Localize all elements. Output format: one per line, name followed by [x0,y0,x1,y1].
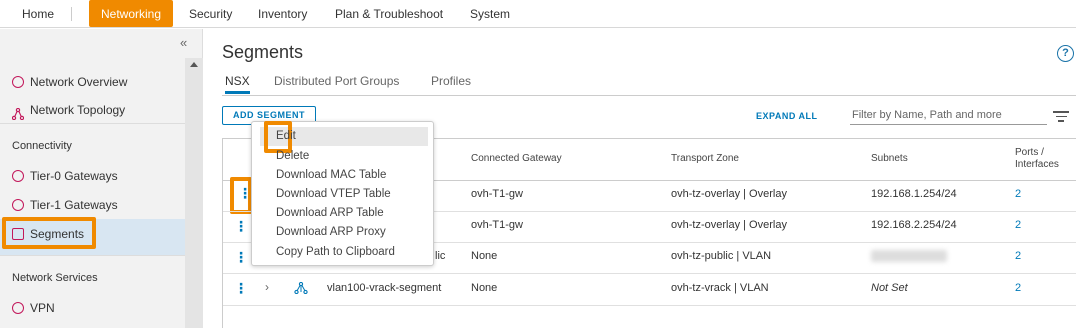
expand-all-button[interactable]: EXPAND ALL [756,111,818,121]
nav-home[interactable]: Home [22,0,54,28]
row-divider [223,305,1076,306]
cell-segment-name[interactable]: vlan100-vrack-segment [327,282,441,294]
cell-gateway: ovh-T1-gw [471,219,523,231]
cell-transport-zone: ovh-tz-vrack | VLAN [671,282,769,294]
cell-ports-link[interactable]: 2 [1015,188,1021,200]
row-actions-icon[interactable]: ⋮ [234,250,248,264]
cell-transport-zone: ovh-tz-overlay | Overlay [671,219,787,231]
nav-system[interactable]: System [470,0,510,28]
cell-subnet-redacted [871,250,947,262]
tab-nsx[interactable]: NSX [225,74,250,94]
sidebar-heading-network-services: Network Services [12,272,98,284]
globe-icon [12,199,24,211]
sidebar-heading-connectivity: Connectivity [12,140,72,152]
sidebar-item-label: Network Overview [30,75,128,89]
cell-gateway: ovh-T1-gw [471,188,523,200]
column-header-subnets[interactable]: Subnets [871,153,908,165]
nav-networking[interactable]: Networking [89,0,173,27]
nav-security[interactable]: Security [189,0,232,28]
sidebar-item-label: Tier-0 Gateways [30,169,118,183]
nav-inventory[interactable]: Inventory [258,0,307,28]
sidebar-item-label: Tier-1 Gateways [30,198,118,212]
tab-distributed-port-groups[interactable]: Distributed Port Groups [274,74,399,94]
cell-subnet: 192.168.2.254/24 [871,219,957,231]
nav-plan-troubleshoot[interactable]: Plan & Troubleshoot [335,0,443,28]
menu-item-download-vtep-table[interactable]: Download VTEP Table [276,188,391,200]
menu-item-copy-path[interactable]: Copy Path to Clipboard [276,246,395,258]
cell-transport-zone: ovh-tz-public | VLAN [671,250,772,262]
expand-row-icon[interactable]: › [265,280,269,294]
page-title: Segments [222,42,304,62]
sidebar-divider [0,255,185,256]
sidebar-divider [0,123,185,124]
sidebar-item-tier1-gateways[interactable]: Tier-1 Gateways [0,193,185,217]
tabs-divider [222,95,1076,96]
gauge-icon [12,76,24,88]
row-actions-icon[interactable]: ⋮ [234,281,248,295]
menu-item-edit[interactable]: Edit [276,130,296,142]
sidebar-item-tier0-gateways[interactable]: Tier-0 Gateways [0,164,185,188]
sidebar: « Network Overview Network Topology Conn… [0,29,203,328]
segment-icon [12,228,24,240]
segment-icon [294,282,308,294]
cell-gateway: None [471,250,498,262]
sidebar-scrollbar[interactable] [185,58,203,328]
sidebar-item-network-overview[interactable]: Network Overview [0,70,185,94]
row-actions-icon[interactable]: ⋮ [238,186,252,200]
cell-subnet: Not Set [871,282,908,294]
sidebar-item-label: Network Topology [30,103,126,117]
nav-divider [71,7,72,21]
cell-segment-name[interactable]: lic [435,250,445,262]
sidebar-item-vpn[interactable]: VPN [0,296,185,320]
row-actions-icon[interactable]: ⋮ [234,219,248,233]
help-icon[interactable]: ? [1057,45,1074,62]
tab-profiles[interactable]: Profiles [431,74,471,94]
collapse-sidebar-icon[interactable]: « [180,35,187,50]
cell-ports-link[interactable]: 2 [1015,250,1021,262]
row-actions-menu: Edit Delete Download MAC Table Download … [251,121,434,266]
sidebar-item-segments[interactable]: Segments [0,217,185,255]
row-divider [223,273,1076,274]
column-header-connected-gateway[interactable]: Connected Gateway [471,153,562,165]
vpn-icon [12,302,24,314]
sidebar-item-label: Segments [30,227,85,241]
cell-subnet: 192.168.1.254/24 [871,188,957,200]
column-header-transport-zone[interactable]: Transport Zone [671,153,739,165]
cell-ports-link[interactable]: 2 [1015,219,1021,231]
menu-item-download-mac-table[interactable]: Download MAC Table [276,169,386,181]
cell-gateway: None [471,282,498,294]
filter-input[interactable] [850,105,1047,125]
column-header-ports[interactable]: Ports / Interfaces [1015,147,1069,171]
topology-icon [11,104,25,121]
scroll-up-icon[interactable] [190,62,198,67]
globe-icon [12,170,24,182]
filter-icon[interactable] [1053,111,1069,125]
sidebar-item-network-topology[interactable]: Network Topology [0,98,185,122]
cell-transport-zone: ovh-tz-overlay | Overlay [671,188,787,200]
menu-item-download-arp-proxy[interactable]: Download ARP Proxy [276,226,386,238]
sidebar-item-label: VPN [30,301,55,315]
menu-item-download-arp-table[interactable]: Download ARP Table [276,207,384,219]
cell-ports-link[interactable]: 2 [1015,282,1021,294]
menu-item-delete[interactable]: Delete [276,150,309,162]
top-navigation: Home Networking Security Inventory Plan … [0,0,1076,28]
